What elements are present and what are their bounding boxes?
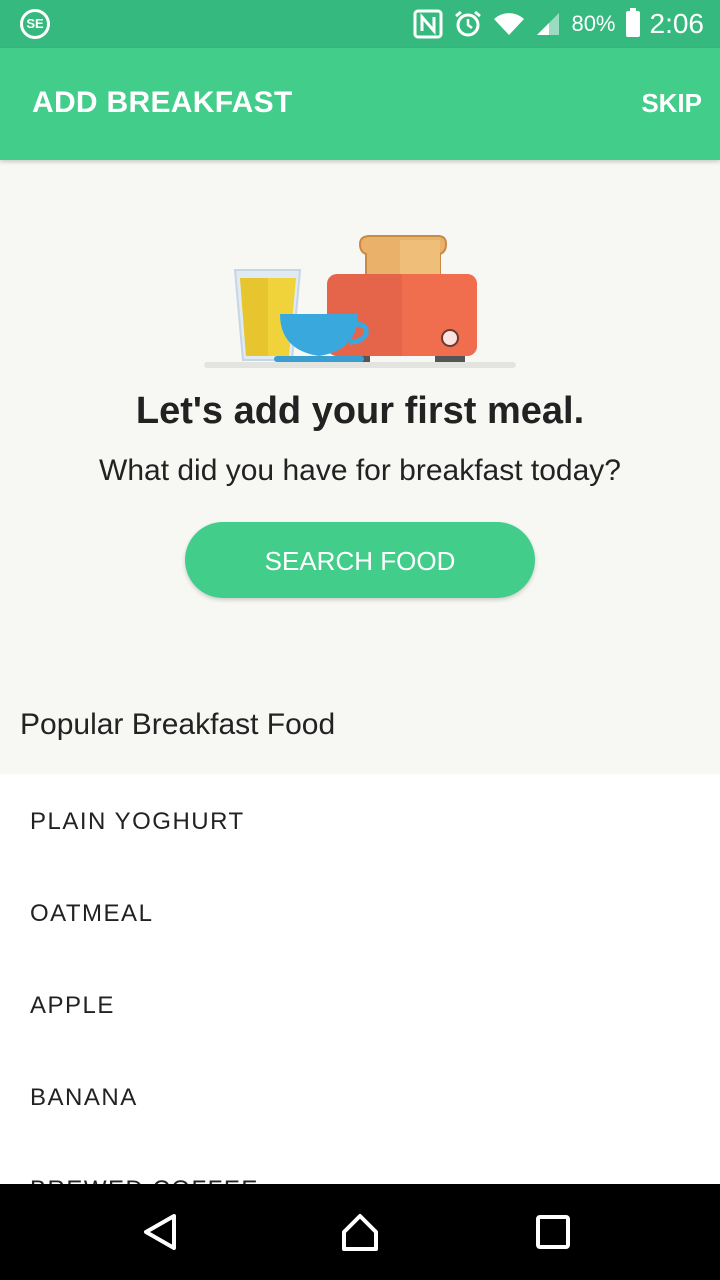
list-item-banana[interactable]: BANANA bbox=[0, 1050, 720, 1142]
list-item-brewed-coffee[interactable]: BREWED COFFEE bbox=[0, 1142, 720, 1184]
breakfast-illustration bbox=[204, 235, 516, 368]
clock: 2:06 bbox=[649, 8, 705, 39]
battery-icon bbox=[625, 8, 640, 37]
back-icon bbox=[144, 1214, 176, 1250]
popular-food-list: PLAIN YOGHURT OATMEAL APPLE BANANA BREWE… bbox=[0, 774, 720, 1184]
status-bar: SE 80% 2:06 bbox=[0, 0, 720, 48]
navigation-bar bbox=[0, 1184, 720, 1280]
section-title: Popular Breakfast Food bbox=[20, 708, 336, 741]
search-food-button[interactable]: SEARCH FOOD bbox=[185, 522, 535, 598]
recents-icon bbox=[536, 1215, 570, 1249]
status-icons: 80% 2:06 bbox=[413, 0, 704, 48]
alarm-icon bbox=[455, 10, 482, 37]
list-item-plain-yoghurt[interactable]: PLAIN YOGHURT bbox=[0, 774, 720, 866]
app-bar: ADD BREAKFAST SKIP bbox=[0, 48, 720, 160]
headline: Let's add your first meal. bbox=[135, 390, 585, 432]
se-icon: SE bbox=[20, 9, 50, 39]
list-item-apple[interactable]: APPLE bbox=[0, 958, 720, 1050]
list-item-oatmeal[interactable]: OATMEAL bbox=[0, 866, 720, 958]
nfc-icon bbox=[413, 9, 443, 39]
recents-button[interactable] bbox=[505, 1184, 601, 1280]
signal-icon bbox=[537, 13, 560, 35]
home-icon bbox=[342, 1214, 378, 1251]
page-title: ADD BREAKFAST bbox=[32, 86, 293, 119]
home-button[interactable] bbox=[312, 1184, 408, 1280]
back-button[interactable] bbox=[112, 1184, 208, 1280]
skip-button[interactable]: SKIP bbox=[641, 88, 702, 119]
battery-percent: 80% bbox=[571, 11, 616, 36]
wifi-icon bbox=[494, 13, 525, 36]
subline: What did you have for breakfast today? bbox=[99, 454, 621, 487]
